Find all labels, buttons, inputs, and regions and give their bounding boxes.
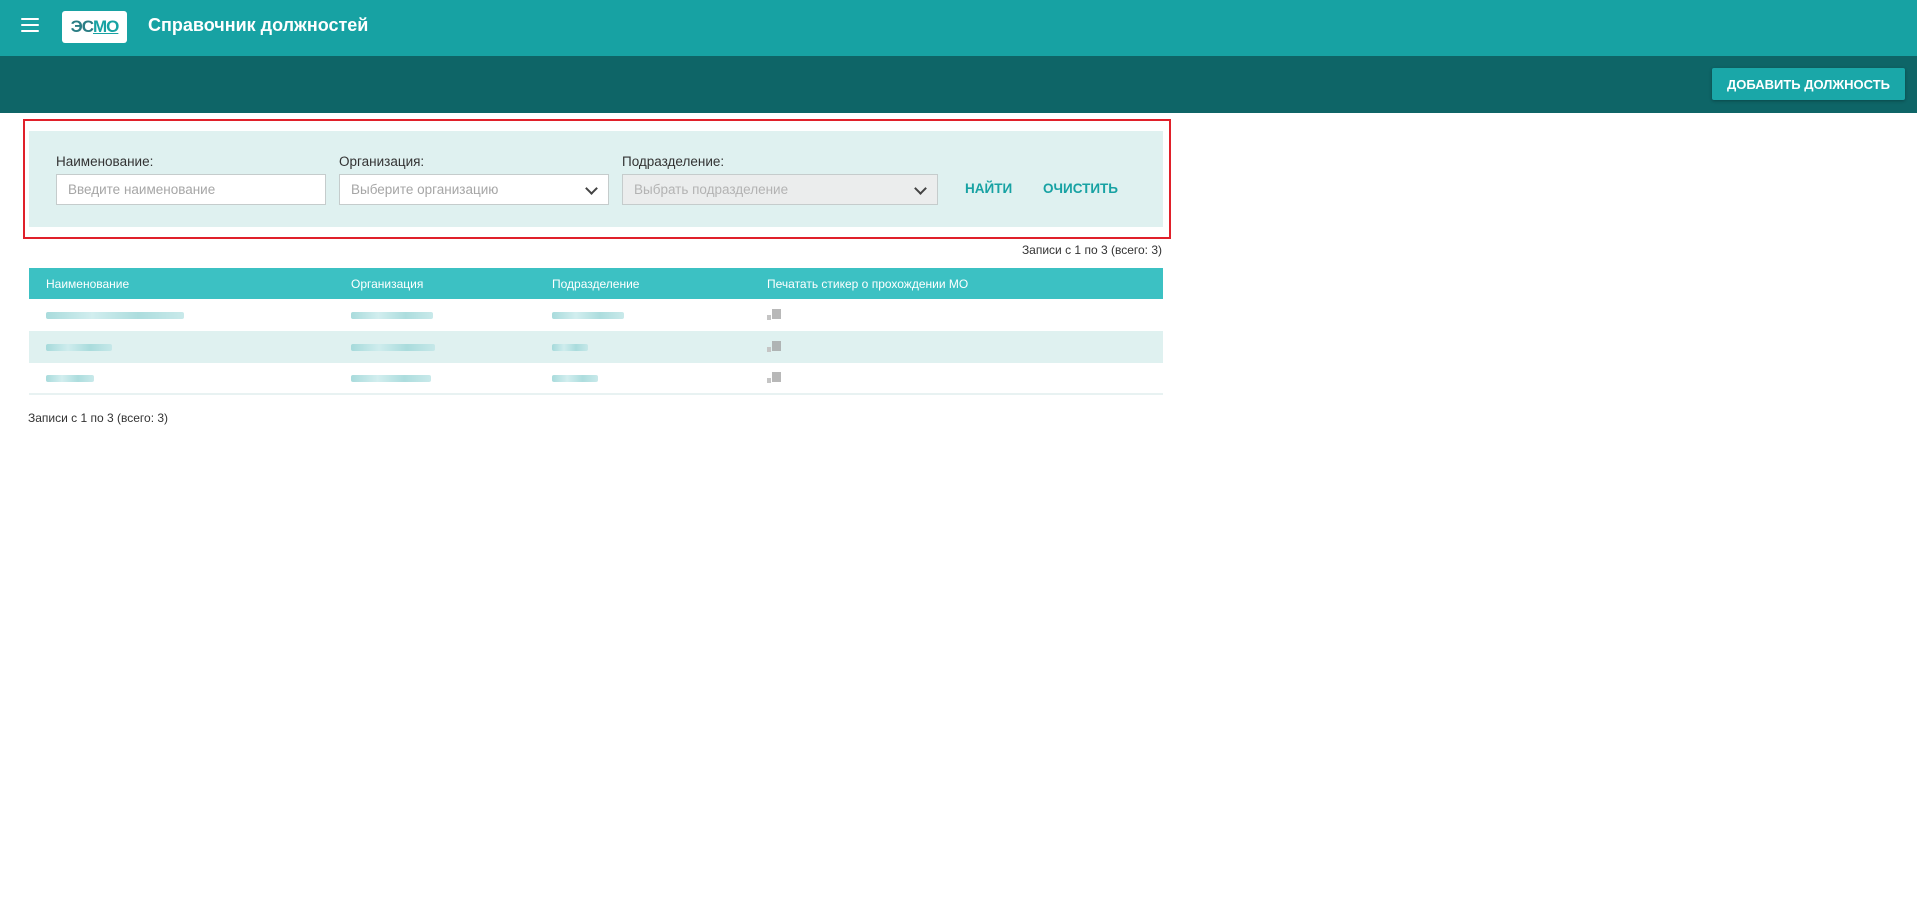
table-row[interactable]	[29, 299, 1163, 331]
records-counter-bottom: Записи с 1 по 3 (всего: 3)	[28, 411, 169, 425]
dept-select[interactable]: Выбрать подразделение	[622, 174, 938, 205]
redacted-organization	[351, 374, 431, 382]
clear-button[interactable]: ОЧИСТИТЬ	[1043, 181, 1118, 196]
redacted-department	[552, 311, 624, 319]
dept-select-placeholder: Выбрать подразделение	[634, 182, 789, 197]
dept-filter: Подразделение: Выбрать подразделение	[622, 154, 938, 205]
menu-icon[interactable]	[21, 18, 39, 32]
chevron-down-icon	[585, 182, 598, 195]
records-counter-top: Записи с 1 по 3 (всего: 3)	[1021, 243, 1162, 257]
toolbar: ДОБАВИТЬ ДОЛЖНОСТЬ	[0, 56, 1917, 113]
column-header-organization[interactable]: Организация	[351, 268, 423, 299]
app-logo[interactable]: ЭС МО	[62, 11, 127, 43]
sticker-print-icon[interactable]	[767, 372, 783, 384]
dept-filter-label: Подразделение:	[622, 154, 725, 169]
add-position-button[interactable]: ДОБАВИТЬ ДОЛЖНОСТЬ	[1711, 68, 1905, 100]
filter-panel: Наименование: Организация: Выберите орга…	[29, 131, 1163, 227]
sticker-print-icon[interactable]	[767, 309, 783, 321]
redacted-name	[46, 374, 94, 382]
logo-text-accent: МО	[92, 17, 119, 36]
column-header-sticker[interactable]: Печатать стикер о прохождении МО	[767, 268, 968, 299]
column-header-department[interactable]: Подразделение	[552, 268, 639, 299]
name-filter-label: Наименование:	[56, 154, 154, 169]
sticker-print-icon[interactable]	[767, 341, 783, 353]
find-button[interactable]: НАЙТИ	[965, 181, 1012, 196]
table-header: Наименование Организация Подразделение П…	[29, 268, 1163, 299]
app-bar: ЭС МО Справочник должностей	[0, 0, 1917, 56]
redacted-organization	[351, 311, 433, 319]
redacted-name	[46, 311, 184, 319]
redacted-organization	[351, 343, 435, 351]
name-filter: Наименование:	[56, 154, 326, 205]
column-header-name[interactable]: Наименование	[46, 268, 129, 299]
redacted-department	[552, 343, 588, 351]
logo-text-main: ЭС	[70, 17, 94, 36]
positions-table: Наименование Организация Подразделение П…	[29, 268, 1163, 395]
org-filter-label: Организация:	[339, 154, 425, 169]
org-select-placeholder: Выберите организацию	[351, 182, 499, 197]
name-input[interactable]	[56, 174, 326, 205]
org-select[interactable]: Выберите организацию	[339, 174, 609, 205]
redacted-name	[46, 343, 112, 351]
org-filter: Организация: Выберите организацию	[339, 154, 609, 205]
redacted-department	[552, 374, 598, 382]
page-title: Справочник должностей	[148, 15, 369, 35]
table-row[interactable]	[29, 363, 1163, 395]
chevron-down-icon	[914, 182, 927, 195]
table-row[interactable]	[29, 331, 1163, 363]
